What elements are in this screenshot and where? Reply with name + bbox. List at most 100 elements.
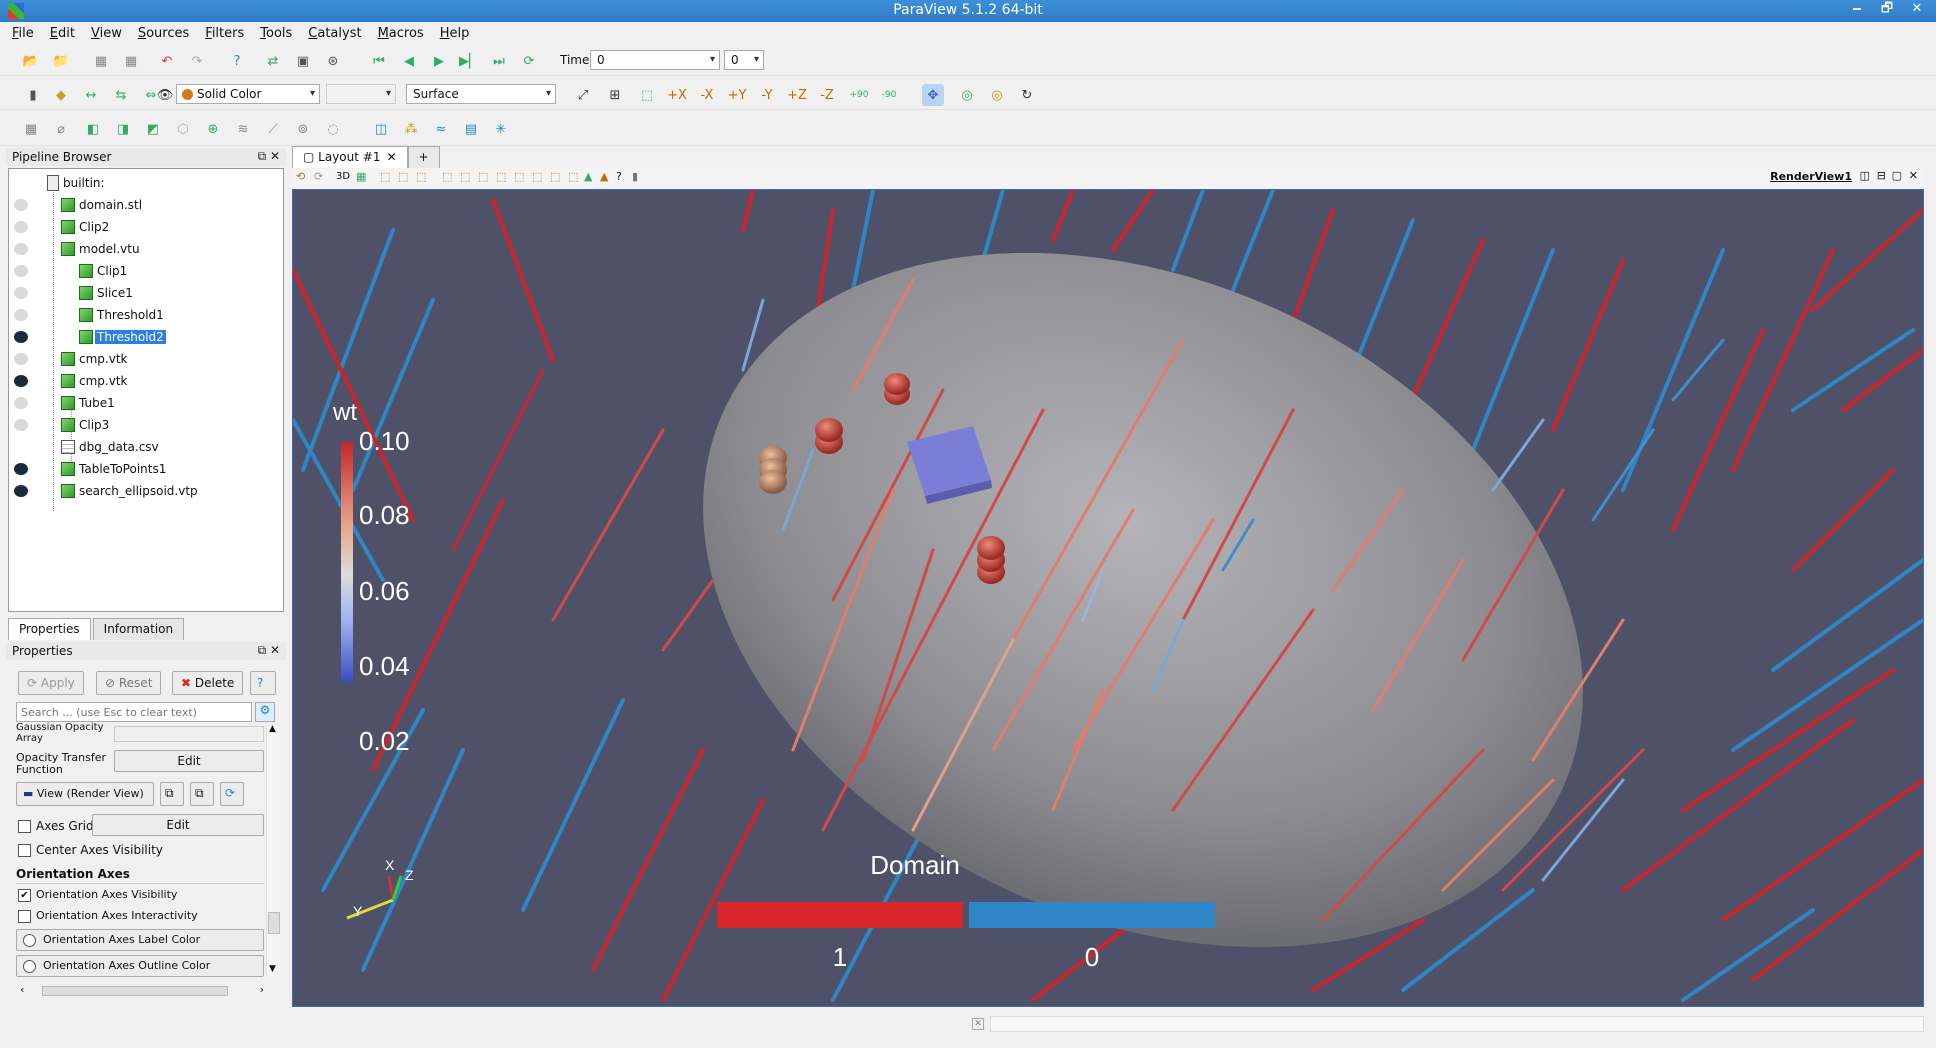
pipeline-item[interactable]: Tube1	[9, 393, 283, 415]
view-minus-z-icon[interactable]: -Z	[816, 84, 838, 106]
scroll-left-icon[interactable]: ‹	[20, 983, 24, 996]
plot-over-time-icon[interactable]: ≈	[430, 118, 452, 140]
menu-view[interactable]: View	[91, 26, 122, 41]
rotate-cw-icon[interactable]: ↻	[1016, 84, 1038, 106]
copy-icon[interactable]: ⧉	[160, 782, 184, 806]
hover-cells-icon[interactable]: ⬚	[532, 170, 542, 183]
properties-vertical-scrollbar[interactable]: ▲ ▼	[266, 724, 280, 976]
plot-over-line-icon[interactable]: ⁂	[400, 118, 422, 140]
visible-range-icon[interactable]: 👁	[154, 84, 176, 106]
pipeline-item[interactable]: Clip2	[9, 217, 283, 239]
pipeline-item[interactable]: Clip3	[9, 415, 283, 437]
load-state-icon[interactable]: ▦	[90, 50, 112, 72]
select-points-on-icon[interactable]: ⬚	[398, 170, 408, 183]
axes-grid-checkbox[interactable]	[18, 820, 31, 833]
scroll-thumb[interactable]	[268, 912, 280, 934]
pipeline-item[interactable]: builtin:	[9, 173, 283, 195]
visibility-eye-icon[interactable]	[14, 375, 28, 387]
visibility-eye-icon[interactable]	[14, 331, 28, 343]
visibility-eye-icon[interactable]	[14, 243, 28, 255]
minimize-button[interactable]: 🗕	[1844, 0, 1870, 20]
pipeline-item[interactable]: dbg_data.csv	[9, 437, 283, 459]
glyph-icon[interactable]: ⊕	[202, 118, 224, 140]
add-layout-tab[interactable]: +	[407, 146, 440, 168]
select-points-through-icon[interactable]: ⬚	[442, 170, 452, 183]
select-cells-through-icon[interactable]: ⬚	[416, 170, 426, 183]
zoom-box-icon[interactable]: ⬚	[636, 84, 658, 106]
center-axes-checkbox[interactable]	[18, 844, 31, 857]
component-select[interactable]	[326, 84, 396, 104]
slice-icon[interactable]: ◨	[112, 118, 134, 140]
edit-color-map-icon[interactable]: ◆	[50, 84, 72, 106]
scroll-right-icon[interactable]: ›	[260, 983, 264, 996]
histogram-icon[interactable]: ✳	[490, 118, 512, 140]
maximize-button[interactable]: 🗗	[1874, 0, 1900, 20]
capture-screenshot-icon[interactable]: ▦	[356, 170, 366, 183]
threshold-icon[interactable]: ◩	[142, 118, 164, 140]
next-frame-icon[interactable]: ▶▏	[458, 50, 480, 72]
first-frame-icon[interactable]: ⏮	[368, 50, 390, 72]
reset-button[interactable]: ⊘ Reset	[96, 671, 162, 695]
view-render-view-button[interactable]: ▬ View (Render View)	[16, 782, 154, 806]
close-view-icon[interactable]: ✕	[1909, 169, 1918, 182]
gaussian-opacity-select[interactable]	[114, 726, 264, 742]
pipeline-item[interactable]: TableToPoints1	[9, 459, 283, 481]
pipeline-item[interactable]: model.vtu	[9, 239, 283, 261]
camera-redo-icon[interactable]: ⟳	[314, 170, 323, 183]
properties-horizontal-scrollbar[interactable]: ‹ ›	[20, 983, 264, 998]
visibility-eye-icon[interactable]	[14, 353, 28, 365]
oa-outline-color-button[interactable]: Orientation Axes Outline Color	[16, 955, 264, 977]
redo-icon[interactable]: ↷	[186, 50, 208, 72]
pipeline-item[interactable]: Threshold1	[9, 305, 283, 327]
interactive-select-icon[interactable]: ⬚	[496, 170, 506, 183]
menu-tools[interactable]: Tools	[260, 26, 292, 41]
menu-edit[interactable]: Edit	[50, 26, 75, 41]
visibility-eye-icon[interactable]	[14, 199, 28, 211]
plot-selection-icon[interactable]: ◫	[370, 118, 392, 140]
contour-icon[interactable]: ⌀	[50, 118, 72, 140]
select-blocks-icon[interactable]: ⬚	[478, 170, 488, 183]
view-plus-x-icon[interactable]: +X	[666, 84, 688, 106]
pipeline-item[interactable]: cmp.vtk	[9, 371, 283, 393]
view-minus-y-icon[interactable]: -Y	[756, 84, 778, 106]
delete-button[interactable]: ✖ Delete	[172, 671, 244, 695]
view-plus-z-icon[interactable]: +Z	[786, 84, 808, 106]
calculator-icon[interactable]: ▦	[20, 118, 42, 140]
pipeline-item[interactable]: cmp.vtk	[9, 349, 283, 371]
visibility-eye-icon[interactable]	[14, 265, 28, 277]
axes-grid-edit-button[interactable]: Edit	[92, 814, 264, 836]
visibility-eye-icon[interactable]	[14, 397, 28, 409]
query-icon[interactable]: ?	[616, 170, 622, 183]
tab-properties[interactable]: Properties	[8, 618, 91, 640]
extract-subset-icon[interactable]: ⬡	[172, 118, 194, 140]
disconnect-icon[interactable]: ▣	[292, 50, 314, 72]
extract-level-icon[interactable]: ◌	[322, 118, 344, 140]
save-state-icon[interactable]: ▦	[120, 50, 142, 72]
paste-icon[interactable]: ⧉	[190, 782, 214, 806]
render-view[interactable]: wt 0.10 0.08 0.06 0.04 0.02 Domain 1 0 X…	[292, 189, 1924, 1007]
rotate-plus90-icon[interactable]: +90	[848, 84, 870, 106]
oa-interactivity-checkbox[interactable]	[18, 910, 31, 923]
properties-search-input[interactable]	[16, 702, 252, 722]
help-button[interactable]: ?	[250, 671, 276, 695]
visibility-eye-icon[interactable]	[14, 287, 28, 299]
split-vertical-icon[interactable]: ⊟	[1877, 169, 1886, 182]
toggle-color-legend-icon[interactable]: ▮	[22, 84, 44, 106]
rescale-range-icon[interactable]: ↔	[80, 84, 102, 106]
close-button[interactable]: ✕	[1904, 0, 1930, 20]
opacity-tf-edit-button[interactable]: Edit	[114, 750, 264, 772]
rescale-custom-icon[interactable]: ⇆	[110, 84, 132, 106]
visibility-eye-icon[interactable]	[14, 419, 28, 431]
menu-macros[interactable]: Macros	[378, 26, 424, 41]
play-icon[interactable]: ▶	[428, 50, 450, 72]
menu-catalyst[interactable]: Catalyst	[308, 26, 361, 41]
time-index-spinner[interactable]: 0	[724, 50, 764, 70]
menu-sources[interactable]: Sources	[138, 26, 189, 41]
toggle-3d-button[interactable]: 3D	[336, 171, 350, 182]
open-file-icon[interactable]: 📂	[20, 50, 42, 72]
camera-undo-icon[interactable]: ⟲	[296, 170, 305, 183]
view-minus-x-icon[interactable]: -X	[696, 84, 718, 106]
rotate-minus90-icon[interactable]: -90	[878, 84, 900, 106]
advanced-settings-gear-icon[interactable]: ⚙	[255, 702, 275, 722]
plot-data-icon[interactable]: ▤	[460, 118, 482, 140]
